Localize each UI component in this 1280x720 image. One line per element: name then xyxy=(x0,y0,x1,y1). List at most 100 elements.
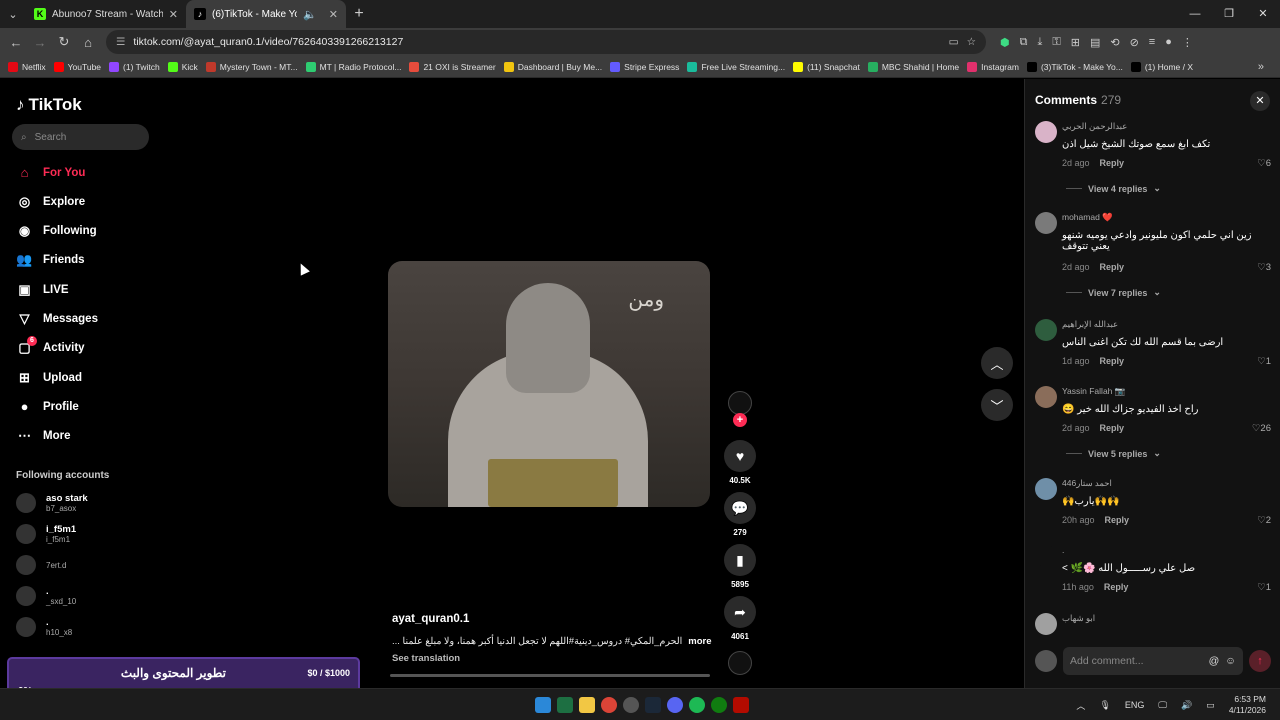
cast-icon[interactable]: ▭ xyxy=(949,36,959,48)
back-icon[interactable]: ← xyxy=(4,35,28,50)
comment-username[interactable]: ابو شهاب xyxy=(1062,613,1095,624)
video-player[interactable]: ومن xyxy=(388,261,710,507)
next-video-button[interactable]: ﹀ xyxy=(981,389,1013,421)
bookmark-item[interactable]: (1) Home / X xyxy=(1130,61,1193,72)
comment-username[interactable]: mohamad ❤️ xyxy=(1062,212,1113,223)
file-explorer-icon[interactable] xyxy=(579,697,595,713)
comment-username[interactable]: احمد ستار446 xyxy=(1062,478,1112,489)
clock[interactable]: 6:53 PM 4/11/2026 xyxy=(1229,694,1266,716)
close-window-icon[interactable]: ✕ xyxy=(1246,0,1280,28)
following-account[interactable]: . h10_x8 xyxy=(16,617,72,637)
microphone-icon[interactable]: 🎙 xyxy=(1099,700,1110,711)
video-progress-bar[interactable] xyxy=(390,674,710,677)
translate-icon[interactable]: ⊞ xyxy=(1071,36,1080,49)
bookmark-item[interactable]: Netflix xyxy=(8,61,46,72)
avatar[interactable] xyxy=(1035,545,1057,567)
extensions-icon[interactable]: ⧉ xyxy=(1020,36,1028,49)
view-replies-button[interactable]: View 7 replies ⌄ xyxy=(1066,287,1161,298)
language-indicator[interactable]: ENG xyxy=(1125,700,1145,710)
acrobat-icon[interactable] xyxy=(733,697,749,713)
key-icon[interactable]: ⚿ xyxy=(1052,36,1060,49)
volume-icon[interactable]: 🔊 xyxy=(1181,700,1192,711)
minimize-icon[interactable]: — xyxy=(1178,0,1212,28)
sidebar-item-messages[interactable]: ▽ Messages xyxy=(16,311,98,328)
forward-icon[interactable]: → xyxy=(28,35,52,50)
sidebar-item-friends[interactable]: 👥 Friends xyxy=(16,252,84,269)
reply-button[interactable]: Reply xyxy=(1100,158,1125,168)
download-icon[interactable]: ⤓ xyxy=(1037,36,1042,49)
network-icon[interactable]: 🖵 xyxy=(1158,700,1167,711)
mention-icon[interactable]: @ xyxy=(1209,655,1220,667)
reply-button[interactable]: Reply xyxy=(1104,582,1129,592)
comment-like-button[interactable]: ♡3 xyxy=(1257,262,1271,273)
card-icon[interactable]: ▤ xyxy=(1090,36,1100,49)
close-tab-icon[interactable]: ✕ xyxy=(169,8,178,21)
steam-icon[interactable] xyxy=(645,697,661,713)
share-button[interactable]: ➦ 4061 xyxy=(724,596,756,641)
caption-more-link[interactable]: more xyxy=(688,636,711,647)
tab-search-chevron-icon[interactable]: ⌄ xyxy=(0,0,26,28)
tray-chevron-up-icon[interactable]: ︿ xyxy=(1076,699,1085,712)
close-comments-button[interactable]: ✕ xyxy=(1250,91,1270,111)
battery-icon[interactable]: ▭ xyxy=(1206,700,1215,711)
shield-extension-icon[interactable]: ⬢ xyxy=(1000,36,1010,49)
comment-button[interactable]: 💬 279 xyxy=(724,492,756,537)
sidebar-item-following[interactable]: ◉ Following xyxy=(16,223,97,240)
bookmark-item[interactable]: (3)TikTok - Make Yo... xyxy=(1026,61,1123,72)
chrome-icon[interactable] xyxy=(601,697,617,713)
more-bookmarks-icon[interactable]: » xyxy=(1258,61,1264,73)
settings-icon[interactable] xyxy=(623,697,639,713)
avatar[interactable] xyxy=(1035,613,1057,635)
site-info-icon[interactable]: ☰ xyxy=(116,36,125,48)
reload-icon[interactable]: ↻ xyxy=(52,34,76,50)
comment-like-button[interactable]: ♡6 xyxy=(1257,158,1271,169)
music-disc-icon[interactable] xyxy=(728,651,752,675)
bookmark-item[interactable]: Stripe Express xyxy=(610,61,679,72)
avatar[interactable] xyxy=(1035,319,1057,341)
sidebar-item-explore[interactable]: ◎ Explore xyxy=(16,193,85,210)
creator-avatar[interactable] xyxy=(728,391,752,415)
reply-button[interactable]: Reply xyxy=(1100,262,1125,272)
close-tab-icon[interactable]: ✕ xyxy=(329,8,338,21)
avatar[interactable] xyxy=(1035,386,1057,408)
bookmark-item[interactable]: MT | Radio Protocol... xyxy=(305,61,401,72)
reply-button[interactable]: Reply xyxy=(1105,515,1130,525)
sidebar-item-profile[interactable]: ● Profile xyxy=(16,398,79,415)
view-replies-button[interactable]: View 4 replies ⌄ xyxy=(1066,183,1161,194)
avatar[interactable] xyxy=(1035,212,1057,234)
bookmark-item[interactable]: (1) Twitch xyxy=(109,61,160,72)
sidebar-item-for-you[interactable]: ⌂ For You xyxy=(16,164,86,181)
sidebar-item-activity[interactable]: ▢ 6 Activity xyxy=(16,335,85,357)
xbox-icon[interactable] xyxy=(711,697,727,713)
browser-tab-tiktok[interactable]: ♪ (6)TikTok - Make Your Day 🔈 ✕ xyxy=(186,0,346,28)
media-icon[interactable]: ≡ xyxy=(1149,36,1155,48)
bookmark-item[interactable]: Dashboard | Buy Me... xyxy=(503,61,602,72)
bookmark-item[interactable]: (11) Snapchat xyxy=(793,61,860,72)
restore-icon[interactable]: ❐ xyxy=(1212,0,1246,28)
video-author[interactable]: ayat_quran0.1 xyxy=(392,613,469,625)
avatar[interactable] xyxy=(1035,478,1057,500)
following-account[interactable]: aso stark b7_asox xyxy=(16,493,88,513)
search-input[interactable]: ⌕ Search xyxy=(12,124,149,150)
bookmark-item[interactable]: Free Live Streaming... xyxy=(687,61,785,72)
menu-icon[interactable]: ⋮ xyxy=(1182,36,1193,49)
windows-start-icon[interactable] xyxy=(535,697,551,713)
excel-icon[interactable] xyxy=(557,697,573,713)
comment-like-button[interactable]: ♡2 xyxy=(1257,515,1271,526)
reply-button[interactable]: Reply xyxy=(1100,423,1125,433)
like-button[interactable]: ♥ 40.5K xyxy=(724,440,756,485)
bookmark-item[interactable]: MBC Shahid | Home xyxy=(867,61,959,72)
comment-username[interactable]: عبدالله الإبراهيم xyxy=(1062,319,1118,330)
save-button[interactable]: ▮ 5895 xyxy=(724,544,756,589)
bookmark-star-icon[interactable]: ☆ xyxy=(967,36,976,48)
comment-username[interactable]: . xyxy=(1062,545,1064,555)
see-translation-link[interactable]: See translation xyxy=(392,653,460,664)
following-account[interactable]: i_f5m1 i_f5m1 xyxy=(16,524,76,544)
sidebar-item-live[interactable]: ▣ LIVE xyxy=(16,281,68,298)
following-account[interactable]: . _sxd_10 xyxy=(16,586,76,606)
browser-tab-kick[interactable]: K Abunoo7 Stream - Watch Live on ... ✕ xyxy=(26,0,186,28)
comment-like-button[interactable]: ♡1 xyxy=(1257,582,1271,593)
bookmark-item[interactable]: Mystery Town - MT... xyxy=(205,61,298,72)
avatar[interactable] xyxy=(1035,121,1057,143)
url-text[interactable]: tiktok.com/@ayat_quran0.1/video/76264033… xyxy=(133,36,940,48)
